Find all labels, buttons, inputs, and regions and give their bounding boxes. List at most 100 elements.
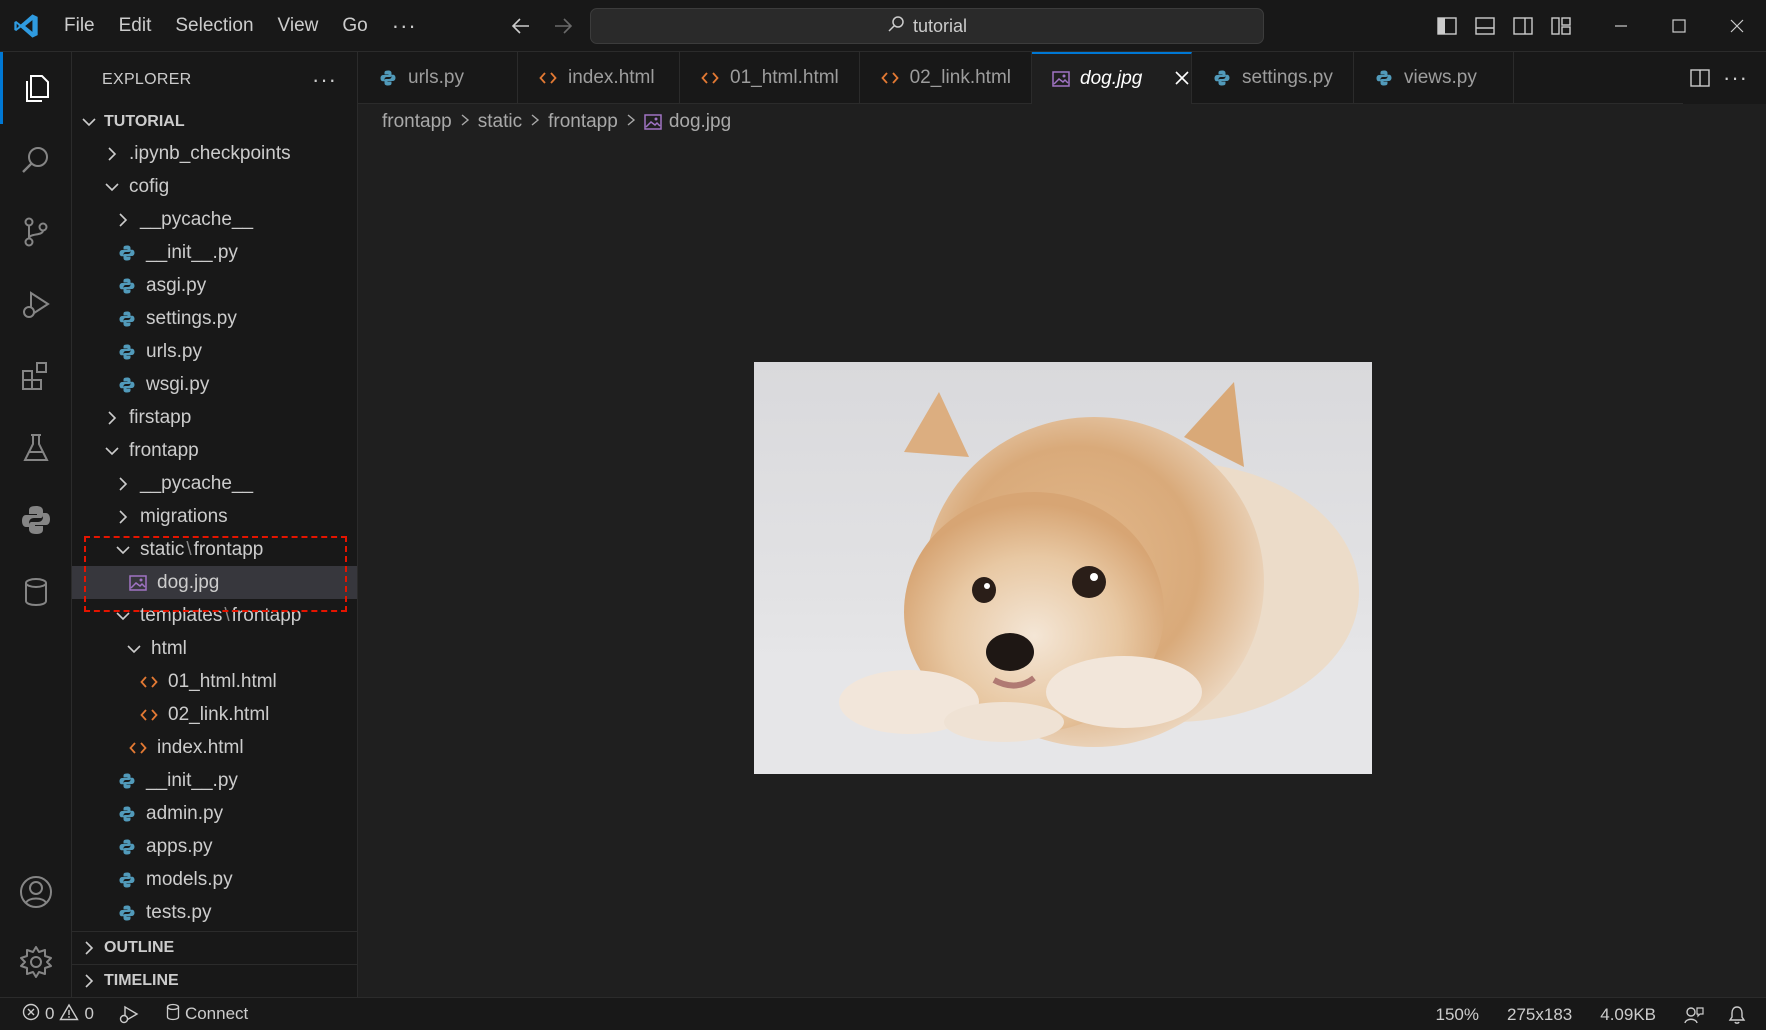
database-icon[interactable] — [0, 556, 72, 628]
breadcrumb-item-static[interactable]: static — [478, 111, 522, 133]
search-view-icon[interactable] — [0, 124, 72, 196]
tab-label: dog.jpg — [1080, 68, 1143, 89]
file-size-status[interactable]: 4.09KB — [1586, 998, 1670, 1030]
toggle-secondary-sidebar-icon[interactable] — [1504, 0, 1542, 52]
menu-edit[interactable]: Edit — [107, 0, 164, 52]
tree-item-label-compact: frontapp — [231, 604, 302, 626]
tree-item-label: __init__.py — [146, 241, 238, 263]
tree-file[interactable]: __init__.py — [72, 236, 357, 269]
image-dimensions-status[interactable]: 275x183 — [1493, 998, 1586, 1030]
debug-status-icon[interactable] — [102, 998, 148, 1030]
dog-image-preview[interactable] — [754, 362, 1372, 774]
menu-file[interactable]: File — [52, 0, 107, 52]
outline-section-header[interactable]: OUTLINE — [72, 931, 358, 964]
title-controls — [1428, 0, 1766, 52]
tree-folder[interactable]: migrations — [72, 500, 357, 533]
tree-folder[interactable]: cofig — [72, 170, 357, 203]
tree-item-label: asgi.py — [146, 274, 207, 296]
menu-view[interactable]: View — [266, 0, 331, 52]
editor-tab[interactable]: settings.py — [1192, 52, 1354, 104]
tab-label: settings.py — [1242, 67, 1333, 88]
tree-file[interactable]: apps.py — [72, 830, 357, 863]
menu-selection[interactable]: Selection — [163, 0, 265, 52]
tree-folder[interactable]: templates \ frontapp — [72, 599, 357, 632]
explorer-icon[interactable] — [0, 52, 72, 124]
customize-layout-icon[interactable] — [1542, 0, 1580, 52]
source-control-icon[interactable] — [0, 196, 72, 268]
warning-icon — [59, 1003, 80, 1026]
path-separator: \ — [224, 604, 230, 626]
back-arrow-icon[interactable] — [505, 10, 537, 42]
html-file-icon — [880, 68, 900, 88]
editor-tab[interactable]: urls.py — [358, 52, 518, 104]
title-bar: File Edit Selection View Go ··· tutorial — [0, 0, 1766, 52]
workspace-root-header[interactable]: TUTORIAL — [72, 107, 357, 137]
notifications-bell-icon[interactable] — [1718, 998, 1766, 1030]
editor-tab[interactable]: 01_html.html — [680, 52, 860, 104]
tree-file[interactable]: models.py — [72, 863, 357, 896]
tree-file[interactable]: wsgi.py — [72, 368, 357, 401]
tree-folder[interactable]: frontapp — [72, 434, 357, 467]
tree-file[interactable]: urls.py — [72, 335, 357, 368]
tree-file[interactable]: admin.py — [72, 797, 357, 830]
toggle-panel-icon[interactable] — [1466, 0, 1504, 52]
tree-file[interactable]: dog.jpg — [72, 566, 357, 599]
extensions-icon[interactable] — [0, 340, 72, 412]
timeline-label: TIMELINE — [104, 972, 179, 989]
editor-tab[interactable]: views.py — [1354, 52, 1514, 104]
tree-file[interactable]: tests.py — [72, 896, 357, 929]
tree-folder[interactable]: firstapp — [72, 401, 357, 434]
feedback-icon[interactable] — [1670, 998, 1718, 1030]
accounts-icon[interactable] — [0, 856, 72, 928]
command-center-search[interactable]: tutorial — [590, 8, 1264, 44]
split-editor-icon[interactable] — [1683, 61, 1717, 95]
toggle-primary-sidebar-icon[interactable] — [1428, 0, 1466, 52]
tab-label: views.py — [1404, 67, 1477, 88]
image-file-icon — [127, 572, 149, 594]
tree-file[interactable]: __init__.py — [72, 764, 357, 797]
tree-item-label: cofig — [129, 175, 170, 197]
tree-item-label-compact: frontapp — [193, 538, 264, 560]
tree-folder[interactable]: __pycache__ — [72, 203, 357, 236]
menu-go[interactable]: Go — [330, 0, 379, 52]
tree-file[interactable]: index.html — [72, 731, 357, 764]
chevron-right-icon — [112, 506, 134, 528]
tree-folder[interactable]: __pycache__ — [72, 467, 357, 500]
error-count: 0 — [45, 1004, 55, 1023]
editor-tab[interactable]: 02_link.html — [860, 52, 1032, 104]
zoom-status[interactable]: 150% — [1422, 998, 1493, 1030]
tab-label: 01_html.html — [730, 67, 839, 88]
more-actions-icon[interactable]: ··· — [1723, 65, 1748, 91]
close-window-icon[interactable] — [1708, 0, 1766, 52]
tree-item-label: admin.py — [146, 802, 224, 824]
testing-icon[interactable] — [0, 412, 72, 484]
image-preview-editor — [358, 140, 1766, 997]
timeline-section-header[interactable]: TIMELINE — [72, 964, 358, 997]
problems-status[interactable]: 0 0 — [0, 998, 102, 1030]
breadcrumb-item-frontapp[interactable]: frontapp — [382, 111, 452, 133]
run-debug-icon[interactable] — [0, 268, 72, 340]
minimize-icon[interactable] — [1592, 0, 1650, 52]
python-icon[interactable] — [0, 484, 72, 556]
activity-bar — [0, 52, 72, 997]
tree-folder[interactable]: html — [72, 632, 357, 665]
tree-folder[interactable]: static \ frontapp — [72, 533, 357, 566]
breadcrumb-item-frontapp-2[interactable]: frontapp — [548, 111, 618, 133]
breadcrumb-item-dog-jpg[interactable]: dog.jpg — [669, 111, 731, 133]
manage-gear-icon[interactable] — [0, 926, 72, 998]
maximize-icon[interactable] — [1650, 0, 1708, 52]
tree-file[interactable]: 02_link.html — [72, 698, 357, 731]
explorer-more-button[interactable]: ··· — [312, 67, 337, 93]
editor-tab[interactable]: dog.jpg — [1032, 52, 1192, 104]
menu-more-button[interactable]: ··· — [380, 0, 429, 52]
connect-status[interactable]: Connect — [148, 998, 256, 1030]
tree-file[interactable]: 01_html.html — [72, 665, 357, 698]
html-file-icon — [138, 704, 160, 726]
tree-folder[interactable]: .ipynb_checkpoints — [72, 137, 357, 170]
editor-tab[interactable]: index.html — [518, 52, 680, 104]
tree-file[interactable]: asgi.py — [72, 269, 357, 302]
error-icon — [22, 1003, 40, 1026]
forward-arrow-icon[interactable] — [547, 10, 579, 42]
close-tab-icon[interactable] — [1174, 66, 1190, 92]
tree-file[interactable]: settings.py — [72, 302, 357, 335]
